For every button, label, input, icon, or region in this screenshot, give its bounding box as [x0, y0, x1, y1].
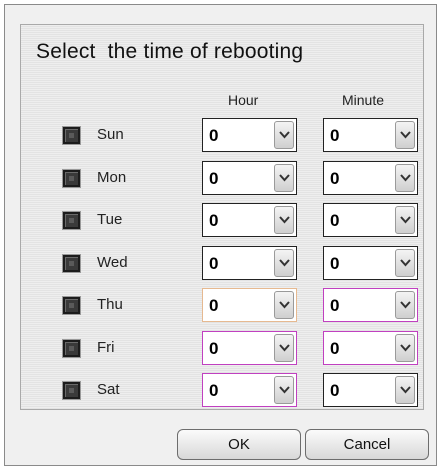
fri-checkbox[interactable] — [63, 340, 80, 357]
fri-hour-value: 0 — [209, 339, 219, 358]
wed-hour-value: 0 — [209, 254, 219, 273]
hour-column-header: Hour — [228, 92, 259, 108]
day-row-sat: Sat 0 0 — [0, 372, 441, 408]
chevron-down-icon[interactable] — [274, 334, 294, 362]
chevron-down-icon[interactable] — [274, 376, 294, 404]
mon-hour-select[interactable]: 0 — [202, 161, 297, 195]
sat-checkbox[interactable] — [63, 382, 80, 399]
day-label-sun: Sun — [97, 126, 124, 143]
sun-minute-select[interactable]: 0 — [323, 118, 418, 152]
tue-minute-select[interactable]: 0 — [323, 203, 418, 237]
cancel-button[interactable]: Cancel — [305, 429, 429, 460]
day-label-wed: Wed — [97, 254, 128, 271]
day-row-thu: Thu 0 0 — [0, 287, 441, 323]
wed-hour-select[interactable]: 0 — [202, 246, 297, 280]
day-label-sat: Sat — [97, 381, 120, 398]
day-label-thu: Thu — [97, 296, 123, 313]
chevron-down-icon[interactable] — [274, 164, 294, 192]
sun-checkbox[interactable] — [63, 127, 80, 144]
chevron-down-icon[interactable] — [395, 334, 415, 362]
day-row-sun: Sun 0 0 — [0, 117, 441, 153]
sat-minute-select[interactable]: 0 — [323, 373, 418, 407]
ok-button[interactable]: OK — [177, 429, 301, 460]
thu-minute-value: 0 — [330, 296, 340, 315]
chevron-down-icon[interactable] — [395, 121, 415, 149]
mon-hour-value: 0 — [209, 169, 219, 188]
fri-minute-value: 0 — [330, 339, 340, 358]
fri-hour-select[interactable]: 0 — [202, 331, 297, 365]
sat-minute-value: 0 — [330, 381, 340, 400]
day-label-tue: Tue — [97, 211, 123, 228]
chevron-down-icon[interactable] — [274, 291, 294, 319]
sun-hour-select[interactable]: 0 — [202, 118, 297, 152]
mon-minute-select[interactable]: 0 — [323, 161, 418, 195]
tue-checkbox[interactable] — [63, 212, 80, 229]
sat-hour-select[interactable]: 0 — [202, 373, 297, 407]
tue-hour-value: 0 — [209, 211, 219, 230]
day-row-fri: Fri 0 0 — [0, 330, 441, 366]
chevron-down-icon[interactable] — [274, 121, 294, 149]
day-row-tue: Tue 0 0 — [0, 202, 441, 238]
wed-minute-value: 0 — [330, 254, 340, 273]
chevron-down-icon[interactable] — [395, 164, 415, 192]
day-label-fri: Fri — [97, 339, 115, 356]
dialog-title: Select the time of rebooting — [36, 40, 304, 63]
tue-minute-value: 0 — [330, 211, 340, 230]
sat-hour-value: 0 — [209, 381, 219, 400]
day-row-wed: Wed 0 0 — [0, 245, 441, 281]
chevron-down-icon[interactable] — [395, 291, 415, 319]
chevron-down-icon[interactable] — [395, 206, 415, 234]
tue-hour-select[interactable]: 0 — [202, 203, 297, 237]
minute-column-header: Minute — [342, 92, 385, 108]
chevron-down-icon[interactable] — [274, 206, 294, 234]
day-label-mon: Mon — [97, 169, 127, 186]
sun-hour-value: 0 — [209, 126, 219, 145]
fri-minute-select[interactable]: 0 — [323, 331, 418, 365]
thu-hour-value: 0 — [209, 296, 219, 315]
mon-minute-value: 0 — [330, 169, 340, 188]
mon-checkbox[interactable] — [63, 170, 80, 187]
thu-minute-select[interactable]: 0 — [323, 288, 418, 322]
thu-checkbox[interactable] — [63, 297, 80, 314]
sun-minute-value: 0 — [330, 126, 340, 145]
day-row-mon: Mon 0 0 — [0, 160, 441, 196]
wed-checkbox[interactable] — [63, 255, 80, 272]
chevron-down-icon[interactable] — [274, 249, 294, 277]
wed-minute-select[interactable]: 0 — [323, 246, 418, 280]
chevron-down-icon[interactable] — [395, 376, 415, 404]
thu-hour-select[interactable]: 0 — [202, 288, 297, 322]
chevron-down-icon[interactable] — [395, 249, 415, 277]
